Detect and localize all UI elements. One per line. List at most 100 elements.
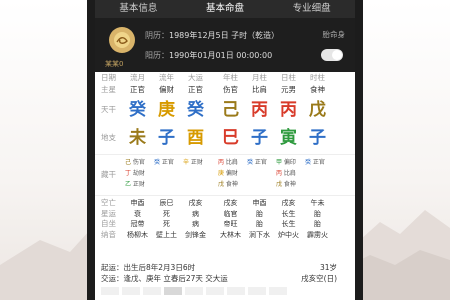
branch-cell[interactable]: 酉 [181, 124, 210, 152]
nayin-cell: 剑锋金 [185, 230, 206, 239]
hidden-stems-cell: 己 伤官丁 劫财乙 正财 [123, 157, 152, 193]
star-cell: 正官 [130, 85, 145, 94]
stem-cell[interactable]: 丙 [274, 96, 303, 124]
hidden-stem-role: 正财 [189, 159, 203, 166]
hidden-stem-item: 戊 食神 [276, 179, 303, 190]
toggle-label: 胎命身 [322, 30, 346, 39]
nayin-cell: 霹雳火 [307, 230, 328, 239]
xingyun-cell: 长生 [281, 209, 296, 218]
label-hidden: 藏干 [101, 170, 116, 179]
label-xingyun: 星运 [101, 208, 116, 218]
jiaoyun-text: 交运：逢戊、庚年 立春后27天 交大运 [101, 274, 228, 283]
zizuo-cell: 胎 [256, 220, 263, 228]
avatar[interactable] [109, 27, 135, 53]
hidden-stems-cell: 丙 比肩庚 偏财戊 食神 [216, 157, 245, 193]
hidden-stem-role: 比肩 [282, 170, 296, 177]
zizuo-cell: 病 [192, 220, 199, 228]
profile-name: 某某0 [105, 60, 124, 68]
xingyun-cell: 临官 [223, 209, 238, 218]
lunar-tag: 阴历： [145, 31, 169, 40]
star-cell: 正官 [188, 85, 203, 94]
taimingshen-toggle[interactable] [321, 49, 343, 61]
zizuo-cell: 死 [163, 220, 170, 228]
stem-cell[interactable]: 癸 [123, 96, 152, 124]
hidden-stem-item: 丁 劫财 [125, 168, 152, 179]
hidden-stem-item: 己 伤官 [125, 157, 152, 168]
dayun-cell[interactable] [269, 287, 287, 295]
nayin-cell: 涧下水 [249, 230, 270, 239]
dayun-cell[interactable] [143, 287, 161, 295]
stem-cell[interactable]: 丙 [245, 96, 274, 124]
yun-info: 起运：出生后8年2月3日6时 31岁 交运：逢戊、庚年 立春后27天 交大运 戌… [95, 262, 355, 295]
star-cell: 比肩 [252, 85, 267, 94]
branch-cell[interactable]: 未 [123, 124, 152, 152]
hidden-stem-item: 乙 正财 [125, 179, 152, 190]
branch-cell[interactable]: 子 [245, 124, 274, 152]
col-head: 时柱 [310, 73, 325, 82]
phone-frame: 基本信息 基本命盘 专业细盘 某某0 阴历：1989年12月5日 子时（乾造） … [87, 0, 363, 300]
dayun-cell[interactable] [185, 287, 203, 295]
label-stem: 天干 [101, 105, 116, 114]
xingyun-cell: 死 [163, 209, 170, 218]
bazi-grid: 日期 流月 流年 大运 年柱 月柱 日柱 时柱 主星 正官 偏财 正官 伤官 比… [95, 72, 355, 240]
hidden-stem-item: 丙 比肩 [276, 168, 303, 179]
solar-value: 1990年01月01日 00:00:00 [169, 51, 273, 60]
row-date: 日期 流月 流年 大运 年柱 月柱 日柱 时柱 [95, 72, 355, 84]
row-nayin: 纳音 杨柳木 壁上土 剑锋金 大林木 涧下水 炉中火 霹雳火 [95, 230, 355, 241]
hidden-stems-cell: 癸 正官 [245, 157, 274, 193]
hidden-stem-role: 比肩 [224, 159, 238, 166]
row-hidden-stems: 藏干 己 伤官丁 劫财乙 正财 癸 正官 辛 正财 丙 比肩庚 偏财戊 食神 癸… [95, 157, 355, 193]
hidden-stem-role: 偏财 [224, 170, 238, 177]
row-xingyun: 星运 衰 死 病 临官 胎 长生 胎 [95, 209, 355, 220]
hidden-stem-role: 正官 [311, 159, 325, 166]
qiyun-text: 起运：出生后8年2月3日6时 [101, 263, 196, 272]
label-nayin: 纳音 [101, 229, 116, 239]
kongwang-cell: 戌亥 [223, 199, 238, 207]
hidden-stem-role: 偏印 [282, 159, 296, 166]
lunar-value: 1989年12月5日 子时（乾造） [169, 31, 280, 40]
zizuo-cell: 长生 [281, 220, 296, 228]
divider [95, 195, 355, 196]
nayin-cell: 杨柳木 [127, 230, 148, 239]
hidden-stem-role: 正财 [131, 181, 145, 188]
label-kongwang: 空亡 [101, 198, 116, 207]
dayun-cell[interactable] [248, 287, 266, 295]
hidden-stem-role: 正官 [160, 159, 174, 166]
hidden-stem-role: 劫财 [131, 170, 145, 177]
zizuo-cell: 帝旺 [223, 220, 238, 228]
branch-cell[interactable]: 子 [303, 124, 332, 152]
star-cell: 偏财 [159, 85, 174, 94]
col-head: 流月 [130, 73, 145, 82]
col-head: 月柱 [252, 73, 267, 82]
branch-cell[interactable]: 巳 [216, 124, 245, 152]
tab-basic-info[interactable]: 基本信息 [95, 0, 182, 18]
row-zizuo: 自坐 冠带 死 病 帝旺 胎 长生 胎 [95, 219, 355, 230]
stem-cell[interactable]: 己 [216, 96, 245, 124]
tab-detailed-chart[interactable]: 专业细盘 [268, 0, 355, 18]
hidden-stem-item: 丙 比肩 [218, 157, 245, 168]
stem-cell[interactable]: 癸 [181, 96, 210, 124]
tab-basic-chart[interactable]: 基本命盘 [182, 0, 269, 18]
star-cell: 伤官 [223, 85, 238, 94]
dayun-cell[interactable] [227, 287, 245, 295]
kongwang-cell: 申酉 [252, 199, 267, 207]
zodiac-icon [114, 32, 130, 48]
branch-cell[interactable]: 子 [152, 124, 181, 152]
row-star: 主星 正官 偏财 正官 伤官 比肩 元男 食神 [95, 84, 355, 96]
dayun-cell[interactable] [206, 287, 224, 295]
qiyun-line: 起运：出生后8年2月3日6时 31岁 [95, 262, 355, 273]
hidden-stem-item: 癸 正官 [154, 157, 181, 168]
star-cell: 食神 [310, 85, 325, 94]
hidden-stem-item: 庚 偏财 [218, 168, 245, 179]
stem-cell[interactable]: 庚 [152, 96, 181, 124]
row-kongwang: 空亡 申酉 辰巳 戌亥 戌亥 申酉 戌亥 午未 [95, 198, 355, 209]
stem-cell[interactable]: 戊 [303, 96, 332, 124]
nayin-cell: 壁上土 [156, 230, 177, 239]
dayun-cell[interactable] [101, 287, 119, 295]
dayun-cell[interactable] [164, 287, 182, 295]
branch-cell[interactable]: 寅 [274, 124, 303, 152]
dayun-cell[interactable] [122, 287, 140, 295]
hidden-stems-cell: 甲 偏印丙 比肩戊 食神 [274, 157, 303, 193]
hidden-stems-cell: 癸 正官 [303, 157, 332, 193]
kongwang-text: 戌亥空(日) [301, 274, 337, 283]
